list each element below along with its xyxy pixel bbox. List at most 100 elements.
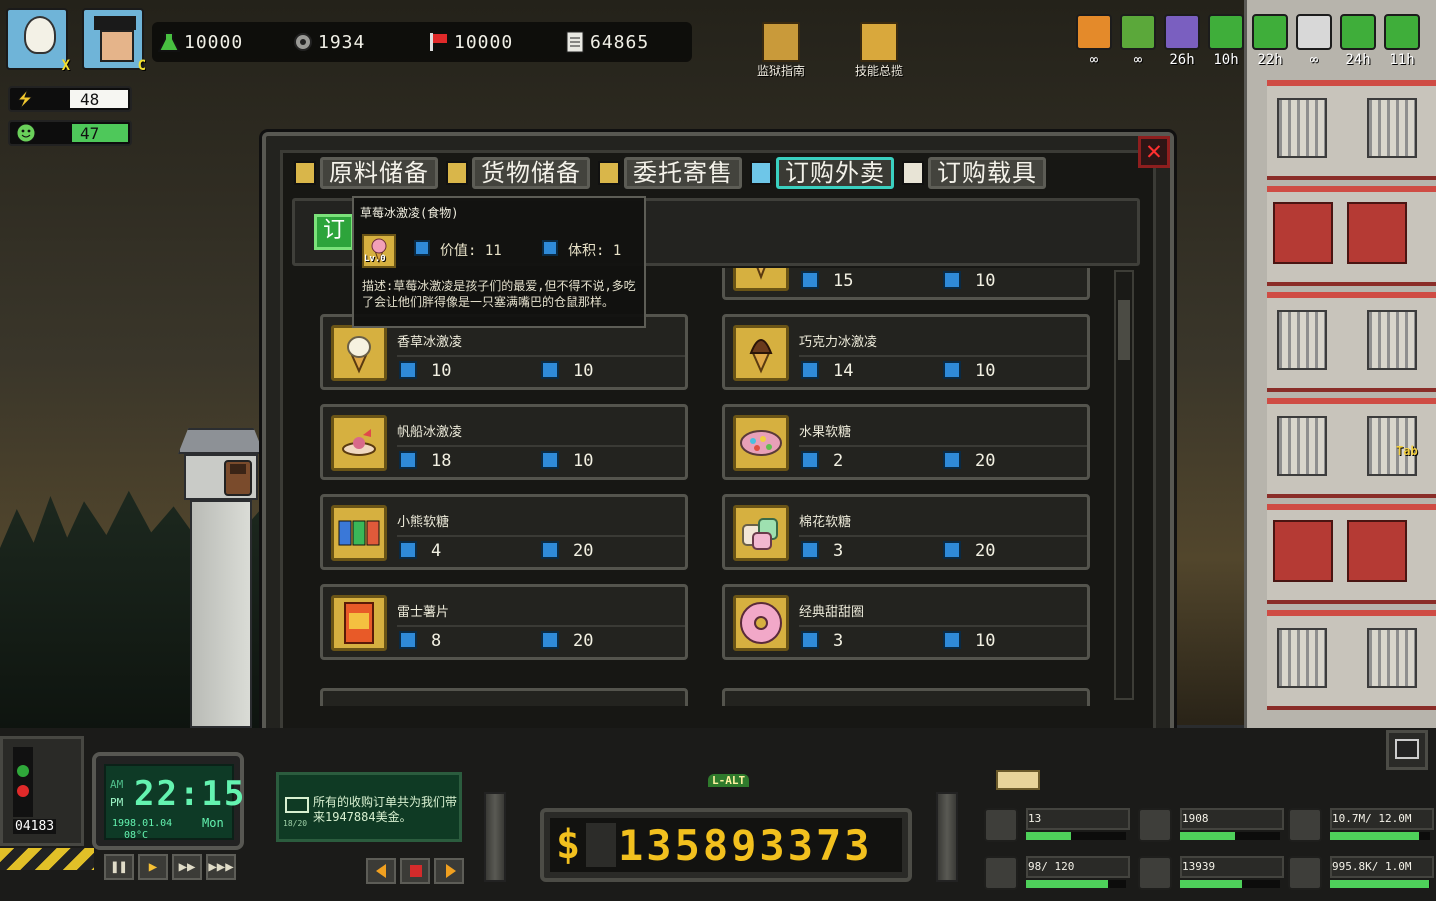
indicator-lv3-desk[interactable]: 10h: [1206, 14, 1246, 68]
watch-date: 1998.01.04: [112, 818, 173, 829]
indicator-row: ∞ ∞ 26h 10h 22h ∞ 24h 11h: [1074, 0, 1434, 80]
power-value: 48: [80, 90, 100, 109]
weather-icon: [1164, 14, 1200, 50]
tab-order-vehicle[interactable]: 订购载具: [900, 156, 1050, 190]
prev-message-button[interactable]: [366, 858, 396, 884]
lv3-monitor-icon: [1252, 14, 1288, 50]
item-volume: 10: [975, 271, 996, 291]
indicator-value: ∞: [1309, 52, 1319, 68]
stat-prisoner-head[interactable]: 98/ 120: [980, 850, 1130, 894]
tab-label: 委托寄售: [624, 157, 742, 189]
stat-skull[interactable]: 13939: [1134, 850, 1284, 894]
bulb-icon[interactable]: X: [6, 8, 70, 74]
fast-forward-button[interactable]: ▶▶: [172, 854, 202, 880]
tab-raw-materials[interactable]: 原料储备: [292, 156, 442, 190]
resource-value: 64865: [590, 31, 650, 53]
tab-label: 订购载具: [928, 157, 1046, 189]
item-card[interactable]: 帆船冰激凌 18 10: [320, 404, 688, 480]
volume-icon: [943, 631, 961, 649]
indicator-weather[interactable]: 26h: [1162, 14, 1202, 68]
prison-guide-button[interactable]: 监狱指南: [736, 22, 826, 79]
pipe-decoration: [484, 792, 506, 882]
stop-message-button[interactable]: [400, 858, 430, 884]
guard-icon: [984, 808, 1018, 842]
indicator-lv3-monitor[interactable]: 22h: [1250, 14, 1290, 68]
warden-avatar-icon[interactable]: C: [82, 8, 146, 74]
pipe-decoration: [936, 792, 958, 882]
camera-monitor-button[interactable]: [1386, 730, 1428, 770]
money-display: $ 135893373: [540, 808, 912, 882]
item-price: 10: [431, 361, 452, 381]
indicator-prisoner[interactable]: ∞: [1074, 14, 1114, 68]
resource-gear[interactable]: 1934: [292, 31, 365, 53]
indicator-lv5-guard[interactable]: 11h: [1382, 14, 1422, 68]
dollar-icon: $: [555, 822, 581, 868]
item-card[interactable]: [320, 688, 688, 706]
tab-order-takeout[interactable]: 订购外卖: [748, 156, 898, 190]
fruit-candy-icon: [733, 415, 789, 471]
speed-controls: ❚❚ ▶ ▶▶ ▶▶▶: [104, 854, 236, 880]
item-name: 经典甜甜圈: [799, 605, 865, 620]
gummy-bear-icon: [331, 505, 387, 561]
list-scrollbar[interactable]: [1114, 270, 1134, 700]
resource-value: 1934: [318, 31, 366, 53]
stat-shield[interactable]: 1908: [1134, 802, 1284, 846]
mood-value: 47: [80, 124, 100, 143]
message-box[interactable]: 18/20 所有的收购订单共为我们带来1947884美金。: [276, 772, 462, 842]
stat-building[interactable]: 10.7M/ 12.0M: [1284, 802, 1434, 846]
item-card[interactable]: 棉花软糖 3 20: [722, 494, 1090, 570]
indicator-value: 11h: [1389, 52, 1415, 68]
next-message-button[interactable]: [434, 858, 464, 884]
item-card[interactable]: 经典甜甜圈 3 10: [722, 584, 1090, 660]
tower-guard[interactable]: [224, 460, 252, 496]
item-card[interactable]: 巧克力冰激凌 14 10: [722, 314, 1090, 390]
stat-guard[interactable]: 13: [980, 802, 1130, 846]
stat-value: 13939: [1182, 860, 1216, 873]
indicator-report[interactable]: ∞: [1294, 14, 1334, 68]
pause-button[interactable]: ❚❚: [104, 854, 134, 880]
item-card[interactable]: 水果软糖 2 20: [722, 404, 1090, 480]
flask-icon: [157, 31, 181, 53]
play-button[interactable]: ▶: [138, 854, 168, 880]
stat-value: 995.8K/ 1.0M: [1332, 860, 1412, 873]
mood-meter[interactable]: 47: [8, 120, 132, 146]
subtab-order-button[interactable]: 订: [314, 214, 354, 250]
card-divider: [799, 535, 1087, 537]
resource-flag[interactable]: 10000: [428, 31, 513, 53]
resource-document[interactable]: 64865: [564, 31, 649, 53]
item-price: 14: [833, 361, 854, 381]
close-button[interactable]: ✕: [1138, 136, 1170, 168]
item-card[interactable]: 雷士薯片 8 20: [320, 584, 688, 660]
power-meter[interactable]: 48: [8, 86, 132, 112]
indicator-lv5-frog[interactable]: 24h: [1338, 14, 1378, 68]
volume-icon: [943, 271, 961, 289]
item-price: 2: [833, 451, 844, 471]
boat-icecream-icon: [331, 415, 387, 471]
scroll-thumb[interactable]: [1118, 300, 1130, 360]
watchtower: [178, 428, 264, 728]
tooltip-level: Lv.0: [364, 254, 386, 264]
money-inner: $ 135893373: [550, 818, 902, 872]
tab-consignment[interactable]: 委托寄售: [596, 156, 746, 190]
crate-icon: [446, 161, 468, 185]
item-card[interactable]: [722, 688, 1090, 706]
item-card[interactable]: 小熊软糖 4 20: [320, 494, 688, 570]
item-card[interactable]: 15 10: [722, 268, 1090, 300]
card-divider: [397, 445, 685, 447]
chips-icon: [331, 595, 387, 651]
chocolate-icecream-icon: [733, 325, 789, 381]
mail-tab-icon[interactable]: [996, 770, 1040, 790]
tab-goods[interactable]: 货物储备: [444, 156, 594, 190]
item-price: 3: [833, 631, 844, 651]
resource-flask[interactable]: 10000: [157, 31, 243, 53]
prison-building[interactable]: [1244, 0, 1436, 735]
indicator-deer[interactable]: ∞: [1118, 14, 1158, 68]
tooltip-volume: 体积: 1: [568, 243, 622, 259]
marshmallow-icon: [733, 505, 789, 561]
stat-storage[interactable]: 995.8K/ 1.0M: [1284, 850, 1434, 894]
tab-label: 货物储备: [472, 157, 590, 189]
alarm-device[interactable]: 04183: [0, 736, 84, 846]
item-volume: 10: [573, 361, 594, 381]
skill-overview-button[interactable]: 技能总揽: [834, 22, 924, 79]
fastest-button[interactable]: ▶▶▶: [206, 854, 236, 880]
